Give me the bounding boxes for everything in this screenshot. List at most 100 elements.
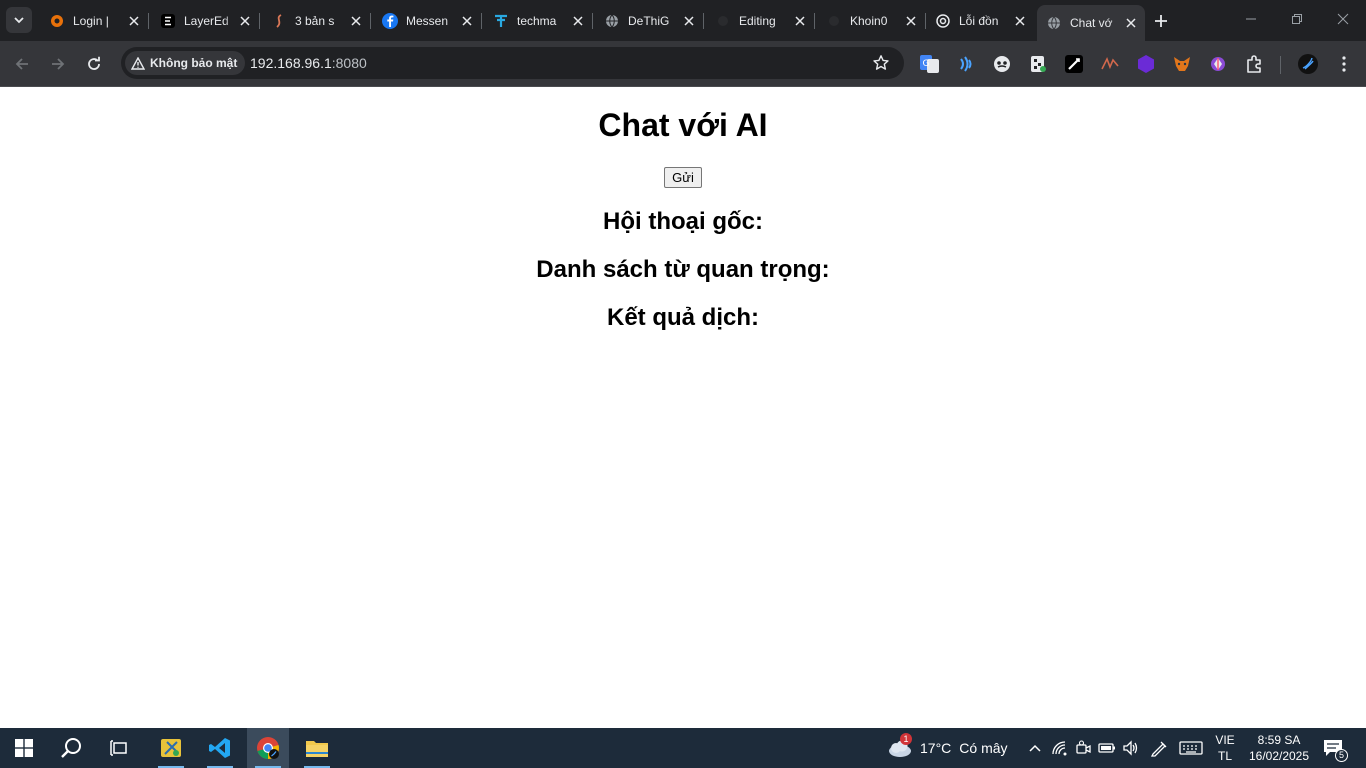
tab-title: Lỗi đồn [959,13,999,28]
tab-title: techma [517,13,557,28]
tab-separator [148,13,149,29]
web-page: Chat với AI Gửi Hội thoại gốc: Danh sách… [0,87,1366,728]
forward-button[interactable] [44,50,72,78]
notification-count-badge: 5 [1335,749,1348,762]
browser-menu-button[interactable] [1333,53,1355,75]
bookmark-button[interactable] [872,54,890,72]
globe-icon [604,13,620,29]
tab-title: LayerEd [184,13,229,28]
face-extension-icon[interactable] [991,53,1013,75]
taskbar-app-vscode[interactable] [199,728,241,768]
start-button[interactable] [3,728,45,768]
taskbar-app-chrome[interactable] [247,728,289,768]
url-port: :8080 [331,55,367,71]
address-bar[interactable]: Không bảo mật 192.168.96.1:8080 [121,47,904,79]
close-icon[interactable] [126,13,142,29]
tab-separator [703,13,704,29]
clock-time: 8:59 SA [1257,733,1301,747]
tab-title: Chat vớ [1070,16,1113,30]
browser-tab[interactable]: Editing [706,6,815,35]
arrow-left-icon [15,58,28,70]
system-clock[interactable]: 8:59 SA 16/02/2025 [1244,732,1314,764]
browser-tab[interactable]: Messen [373,6,482,35]
input-language-indicator[interactable]: VIE TL [1212,732,1238,764]
language-code: VIE [1215,733,1235,747]
battery-icon[interactable] [1098,739,1116,757]
browser-tab[interactable]: 3 bản s [262,6,371,35]
dark-dot-icon [826,13,842,29]
browser-tab[interactable]: Khoin0 [817,6,926,35]
close-icon[interactable] [792,13,808,29]
browser-tab-active[interactable]: Chat vớ [1037,5,1145,41]
tab-title: Khoin0 [850,13,888,28]
weather-widget[interactable]: 1 17°C Có mây [886,728,1008,768]
close-icon[interactable] [1123,15,1139,31]
weather-description: Có mây [959,740,1008,756]
browser-tab[interactable]: LayerEd [151,6,260,35]
browser-tab[interactable]: techma [484,6,593,35]
vscode-icon [209,738,230,758]
close-window-button[interactable] [1320,0,1366,38]
tab-search-button[interactable] [6,7,32,33]
browser-tab[interactable]: Login | [40,6,149,35]
windows-taskbar: 1 17°C Có mây VIE TL 8:59 SA 16/02/2025 … [0,728,1366,768]
orange-ring-icon [49,13,65,29]
close-icon[interactable] [237,13,253,29]
toolbar-divider [1280,56,1281,74]
close-icon[interactable] [459,13,475,29]
arrow-right-icon [52,58,65,70]
network-icon[interactable] [1051,739,1069,757]
url-text[interactable]: 192.168.96.1:8080 [250,55,367,71]
google-translate-extension-icon[interactable]: G [919,53,941,75]
close-icon[interactable] [1012,13,1028,29]
reload-button[interactable] [80,50,108,78]
new-tab-button[interactable] [1150,10,1172,32]
tab-separator [259,13,260,29]
grid-extension-icon[interactable] [1027,53,1049,75]
swirl-icon [271,13,287,29]
diamond-extension-icon[interactable] [1207,53,1229,75]
pen-icon[interactable] [1150,739,1168,757]
close-icon[interactable] [681,13,697,29]
close-icon[interactable] [903,13,919,29]
browser-tab-strip: Login | LayerEd 3 bản s Messen techma De… [0,0,1366,41]
extensions-puzzle-icon[interactable] [1243,53,1265,75]
close-icon[interactable] [570,13,586,29]
slash-extension-icon[interactable] [1063,53,1085,75]
taskbar-app-file-explorer[interactable] [296,728,338,768]
warning-icon [131,56,145,70]
tools-app-icon [161,739,181,757]
meet-now-icon[interactable] [1074,739,1092,757]
task-view-icon [110,740,127,756]
notification-center-button[interactable]: 5 [1322,738,1348,762]
send-button[interactable]: Gửi [664,167,702,188]
profile-avatar-icon[interactable] [1297,53,1319,75]
purple-hexagon-extension-icon[interactable] [1135,53,1157,75]
search-button[interactable] [50,728,92,768]
tab-separator [592,13,593,29]
plus-icon [1155,15,1167,27]
metamask-fox-icon[interactable] [1171,53,1193,75]
weather-temperature: 17°C [920,740,952,756]
facebook-icon [382,12,398,29]
tab-separator [370,13,371,29]
security-indicator[interactable]: Không bảo mật [125,51,246,75]
wave-logo-extension-icon[interactable] [1099,53,1121,75]
audio-waves-extension-icon[interactable] [955,53,977,75]
original-conversation-heading: Hội thoại gốc: [603,208,763,235]
touch-keyboard-icon[interactable] [1178,739,1204,757]
close-icon [1337,13,1349,25]
keywords-heading: Danh sách từ quan trọng: [536,256,830,283]
back-button[interactable] [8,50,36,78]
task-view-button[interactable] [98,728,140,768]
weather-alert-badge: 1 [900,733,912,745]
show-hidden-icons-button[interactable] [1026,739,1044,757]
restore-button[interactable] [1274,0,1320,38]
taskbar-app-tools[interactable] [150,728,192,768]
tab-title: 3 bản s [295,13,335,28]
browser-tab[interactable]: Lỗi đồn [926,6,1034,35]
close-icon[interactable] [348,13,364,29]
minimize-button[interactable] [1228,0,1274,38]
browser-tab[interactable]: DeThiG [595,6,704,35]
volume-icon[interactable] [1122,739,1140,757]
